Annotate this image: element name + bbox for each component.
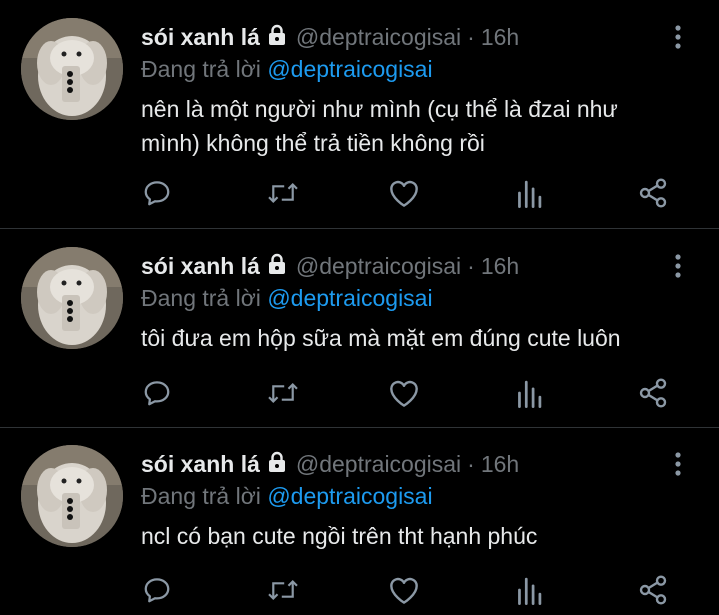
more-vertical-icon[interactable] <box>670 449 686 479</box>
reply-icon[interactable] <box>140 176 174 210</box>
retweet-icon[interactable] <box>266 376 300 410</box>
separator-dot: · <box>467 450 475 477</box>
reply-icon[interactable] <box>140 573 174 607</box>
views-icon[interactable] <box>512 176 546 210</box>
tweet[interactable]: sói xanh lá @deptraicogisai · 16h Đang t… <box>0 427 719 615</box>
tweet-header: sói xanh lá @deptraicogisai · 16h <box>141 22 519 52</box>
separator-dot: · <box>467 252 475 279</box>
reply-prefix: Đang trả lời <box>141 285 261 311</box>
reply-icon[interactable] <box>140 376 174 410</box>
avatar[interactable] <box>21 247 123 349</box>
tweet-feed: sói xanh lá @deptraicogisai · 16h Đang t… <box>0 0 719 615</box>
like-icon[interactable] <box>387 176 421 210</box>
separator-dot: · <box>467 23 475 50</box>
reply-prefix: Đang trả lời <box>141 56 261 82</box>
like-icon[interactable] <box>387 573 421 607</box>
avatar[interactable] <box>21 18 123 120</box>
tweet-text: tôi đưa em hộp sữa mà mặt em đúng cute l… <box>141 325 621 351</box>
action-bar <box>0 176 719 216</box>
tweet[interactable]: sói xanh lá @deptraicogisai · 16h Đang t… <box>0 229 719 427</box>
retweet-icon[interactable] <box>266 573 300 607</box>
replying-to: Đang trả lời @deptraicogisai <box>141 483 433 510</box>
reply-mention-link[interactable]: @deptraicogisai <box>267 285 432 311</box>
timestamp[interactable]: 16h <box>481 451 519 478</box>
tweet-header: sói xanh lá @deptraicogisai · 16h <box>141 251 519 281</box>
tweet-header: sói xanh lá @deptraicogisai · 16h <box>141 449 519 479</box>
like-icon[interactable] <box>387 376 421 410</box>
action-bar <box>0 376 719 416</box>
replying-to: Đang trả lời @deptraicogisai <box>141 56 433 83</box>
more-vertical-icon[interactable] <box>670 251 686 281</box>
user-handle[interactable]: @deptraicogisai <box>296 451 461 478</box>
tweet[interactable]: sói xanh lá @deptraicogisai · 16h Đang t… <box>0 0 719 228</box>
tweet-text: ncl có bạn cute ngồi trên tht hạnh phúc <box>141 523 538 549</box>
reply-mention-link[interactable]: @deptraicogisai <box>267 56 432 82</box>
share-icon[interactable] <box>636 573 670 607</box>
retweet-icon[interactable] <box>266 176 300 210</box>
display-name[interactable]: sói xanh lá <box>141 451 260 478</box>
share-icon[interactable] <box>636 176 670 210</box>
timestamp[interactable]: 16h <box>481 253 519 280</box>
share-icon[interactable] <box>636 376 670 410</box>
avatar[interactable] <box>21 445 123 547</box>
views-icon[interactable] <box>512 573 546 607</box>
views-icon[interactable] <box>512 376 546 410</box>
display-name[interactable]: sói xanh lá <box>141 24 260 51</box>
action-bar <box>0 573 719 613</box>
more-vertical-icon[interactable] <box>670 22 686 52</box>
reply-prefix: Đang trả lời <box>141 483 261 509</box>
timestamp[interactable]: 16h <box>481 24 519 51</box>
replying-to: Đang trả lời @deptraicogisai <box>141 285 433 312</box>
display-name[interactable]: sói xanh lá <box>141 253 260 280</box>
user-handle[interactable]: @deptraicogisai <box>296 253 461 280</box>
lock-icon <box>266 451 288 478</box>
tweet-text: nên là một người như mình (cụ thể là đza… <box>141 96 618 156</box>
user-handle[interactable]: @deptraicogisai <box>296 24 461 51</box>
lock-icon <box>266 24 288 51</box>
lock-icon <box>266 253 288 280</box>
reply-mention-link[interactable]: @deptraicogisai <box>267 483 432 509</box>
